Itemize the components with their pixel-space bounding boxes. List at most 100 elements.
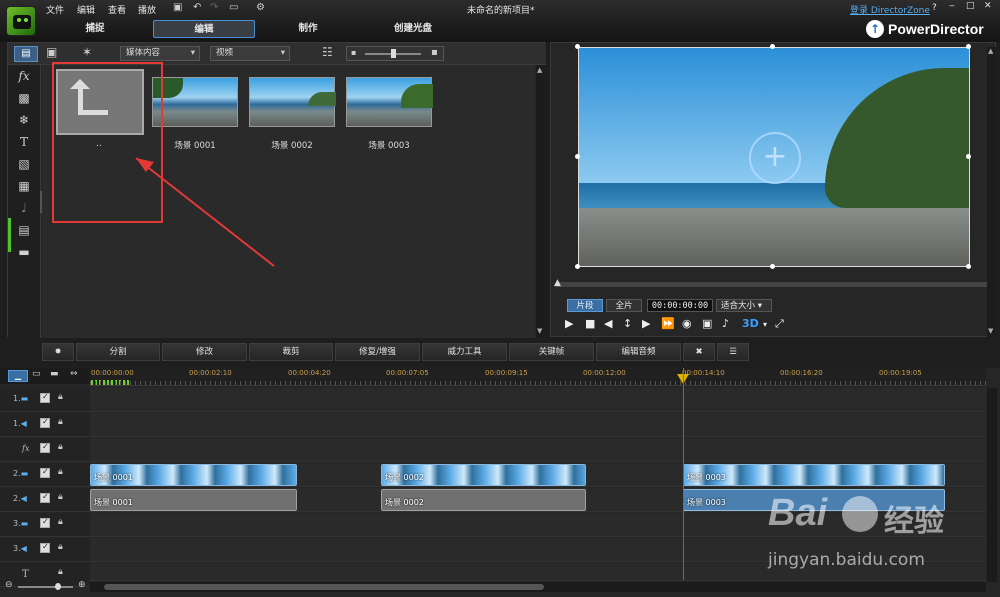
fast-forward-icon[interactable]: ⏩ — [661, 317, 675, 330]
thumbnail-size-slider[interactable]: ▪ ▪ — [346, 46, 444, 61]
timeline-vertical-scrollbar[interactable] — [987, 388, 997, 582]
transition-icon[interactable]: ▧ — [13, 155, 35, 173]
3d-dropdown-icon[interactable]: ▾ — [763, 320, 767, 329]
track-enable-checkbox[interactable] — [40, 442, 50, 453]
redo-icon[interactable]: ↷ — [210, 2, 218, 13]
resize-handle[interactable] — [966, 264, 971, 269]
track-enable-checkbox[interactable] — [40, 392, 50, 403]
zoom-in-icon[interactable]: ⊕ — [78, 580, 86, 590]
scroll-up-icon[interactable]: ▲ — [537, 66, 542, 74]
track-lane[interactable] — [90, 413, 986, 437]
preview-scrollbar[interactable]: ▲ ▼ — [987, 47, 996, 337]
track-enable-checkbox[interactable] — [40, 542, 50, 553]
scroll-up-icon[interactable]: ▲ — [988, 47, 993, 55]
lock-icon[interactable]: 🔒︎ — [58, 517, 63, 527]
media-item-thumbnail[interactable] — [346, 77, 433, 127]
menu-view[interactable]: 查看 — [108, 3, 126, 16]
zoom-slider-track[interactable] — [18, 586, 73, 588]
scroll-down-icon[interactable]: ▼ — [537, 327, 542, 335]
lock-icon[interactable]: 🔒︎ — [58, 542, 63, 552]
split-icon[interactable]: ↕ — [623, 317, 632, 330]
import-media-icon[interactable]: ▣ — [46, 45, 57, 59]
track-enable-checkbox[interactable] — [40, 492, 50, 503]
power-tools-button[interactable]: 威力工具 — [422, 343, 507, 361]
save-icon[interactable]: ▣ — [173, 2, 182, 13]
preview-video[interactable]: + — [578, 47, 970, 267]
playhead-line[interactable] — [683, 368, 684, 580]
pip-objects-icon[interactable]: ▩ — [13, 89, 35, 107]
play-icon[interactable]: ▶ — [565, 317, 573, 330]
resize-handle[interactable] — [770, 264, 775, 269]
preview-quality-icon[interactable]: ▣ — [702, 317, 712, 330]
lock-icon[interactable]: 🔒︎ — [58, 492, 63, 502]
resize-handle[interactable] — [770, 44, 775, 49]
volume-icon[interactable]: ♪ — [722, 317, 729, 330]
slider-thumb[interactable] — [391, 49, 396, 58]
modify-button[interactable]: 修改 — [162, 343, 247, 361]
track-lane[interactable] — [90, 388, 986, 412]
scroll-thumb[interactable] — [104, 584, 544, 590]
audio-mixing-icon[interactable]: ▦ — [13, 177, 35, 195]
maximize-icon[interactable]: □ — [966, 1, 975, 11]
track-enable-checkbox[interactable] — [40, 467, 50, 478]
timecode-display[interactable]: 00:00:00:00 — [647, 299, 713, 312]
stop-icon[interactable]: ■ — [585, 317, 595, 330]
track-lane[interactable] — [90, 438, 986, 462]
lock-icon[interactable]: 🔒︎ — [58, 417, 63, 427]
zoom-select[interactable]: 适合大小 ▾ — [716, 299, 772, 312]
media-item-thumbnail[interactable] — [249, 77, 336, 127]
keyframe-button[interactable]: 关键帧 — [509, 343, 594, 361]
close-icon[interactable]: ✕ — [984, 1, 992, 11]
aspect-icon[interactable]: ▭ — [229, 2, 238, 13]
more-options-icon[interactable]: ☰ — [717, 343, 749, 361]
resize-handle[interactable] — [575, 264, 580, 269]
media-room-icon[interactable]: ▤ — [14, 46, 38, 62]
track-enable-checkbox[interactable] — [40, 517, 50, 528]
scroll-down-icon[interactable]: ▼ — [988, 327, 993, 335]
view-select[interactable]: 视频 — [210, 46, 290, 61]
delete-trash-icon[interactable]: ✖ — [683, 343, 715, 361]
lock-icon[interactable]: 🔒︎ — [58, 467, 63, 477]
plugin-icon[interactable]: ✶ — [82, 45, 92, 59]
settings-gear-icon[interactable]: ⚙ — [256, 2, 265, 13]
subtitle-icon[interactable]: ▬ — [13, 243, 35, 261]
track-manager-icon[interactable]: ▬ — [50, 369, 59, 379]
menu-play[interactable]: 播放 — [138, 3, 156, 16]
menu-edit[interactable]: 编辑 — [77, 3, 95, 16]
move-crosshair-icon[interactable]: + — [749, 132, 801, 184]
zoom-slider-thumb[interactable] — [55, 583, 61, 590]
lock-icon[interactable]: 🔒︎ — [58, 442, 63, 452]
menu-file[interactable]: 文件 — [46, 3, 64, 16]
trim-button[interactable]: 裁剪 — [249, 343, 333, 361]
tab-clip[interactable]: 片段 — [567, 299, 603, 312]
media-filter-select[interactable]: 媒体内容 — [120, 46, 200, 61]
edit-audio-button[interactable]: 编辑音频 — [596, 343, 681, 361]
resize-handle[interactable] — [575, 154, 580, 159]
tab-produce[interactable]: 制作 — [273, 20, 343, 38]
media-item-thumbnail[interactable] — [152, 77, 238, 127]
chapter-icon[interactable]: ▤ — [13, 221, 35, 239]
resize-handle[interactable] — [966, 44, 971, 49]
resize-handle[interactable] — [966, 154, 971, 159]
audio-clip[interactable]: 场景 0001 — [90, 489, 297, 511]
track-enable-checkbox[interactable] — [40, 417, 50, 428]
playback-position-slider[interactable]: ▲ — [554, 278, 988, 288]
tab-create-disc[interactable]: 创建光盘 — [375, 20, 451, 38]
minimize-icon[interactable]: ‒ — [949, 1, 955, 11]
voice-over-icon[interactable]: ♩ — [13, 199, 35, 217]
snapshot-camera-icon[interactable]: ◉ — [682, 317, 692, 330]
library-scrollbar[interactable]: ▲ ▼ — [536, 65, 545, 338]
storyboard-view-icon[interactable]: ▭ — [32, 369, 41, 379]
position-marker-icon[interactable]: ▲ — [554, 278, 561, 288]
fix-enhance-button[interactable]: 修复/增强 — [335, 343, 420, 361]
zoom-out-icon[interactable]: ⊖ — [5, 580, 13, 590]
prev-frame-icon[interactable]: ◀ — [604, 317, 612, 330]
tab-edit[interactable]: 编辑 — [153, 20, 255, 38]
split-button[interactable]: 分割 — [76, 343, 160, 361]
fx-room-icon[interactable]: fx — [13, 67, 35, 85]
tab-capture[interactable]: 捕捉 — [58, 20, 132, 38]
timeline-view-icon[interactable]: ▁ — [8, 370, 28, 382]
grid-view-icon[interactable]: ☷ — [322, 45, 333, 59]
tab-movie[interactable]: 全片 — [606, 299, 642, 312]
undo-icon[interactable]: ↶ — [193, 2, 201, 13]
